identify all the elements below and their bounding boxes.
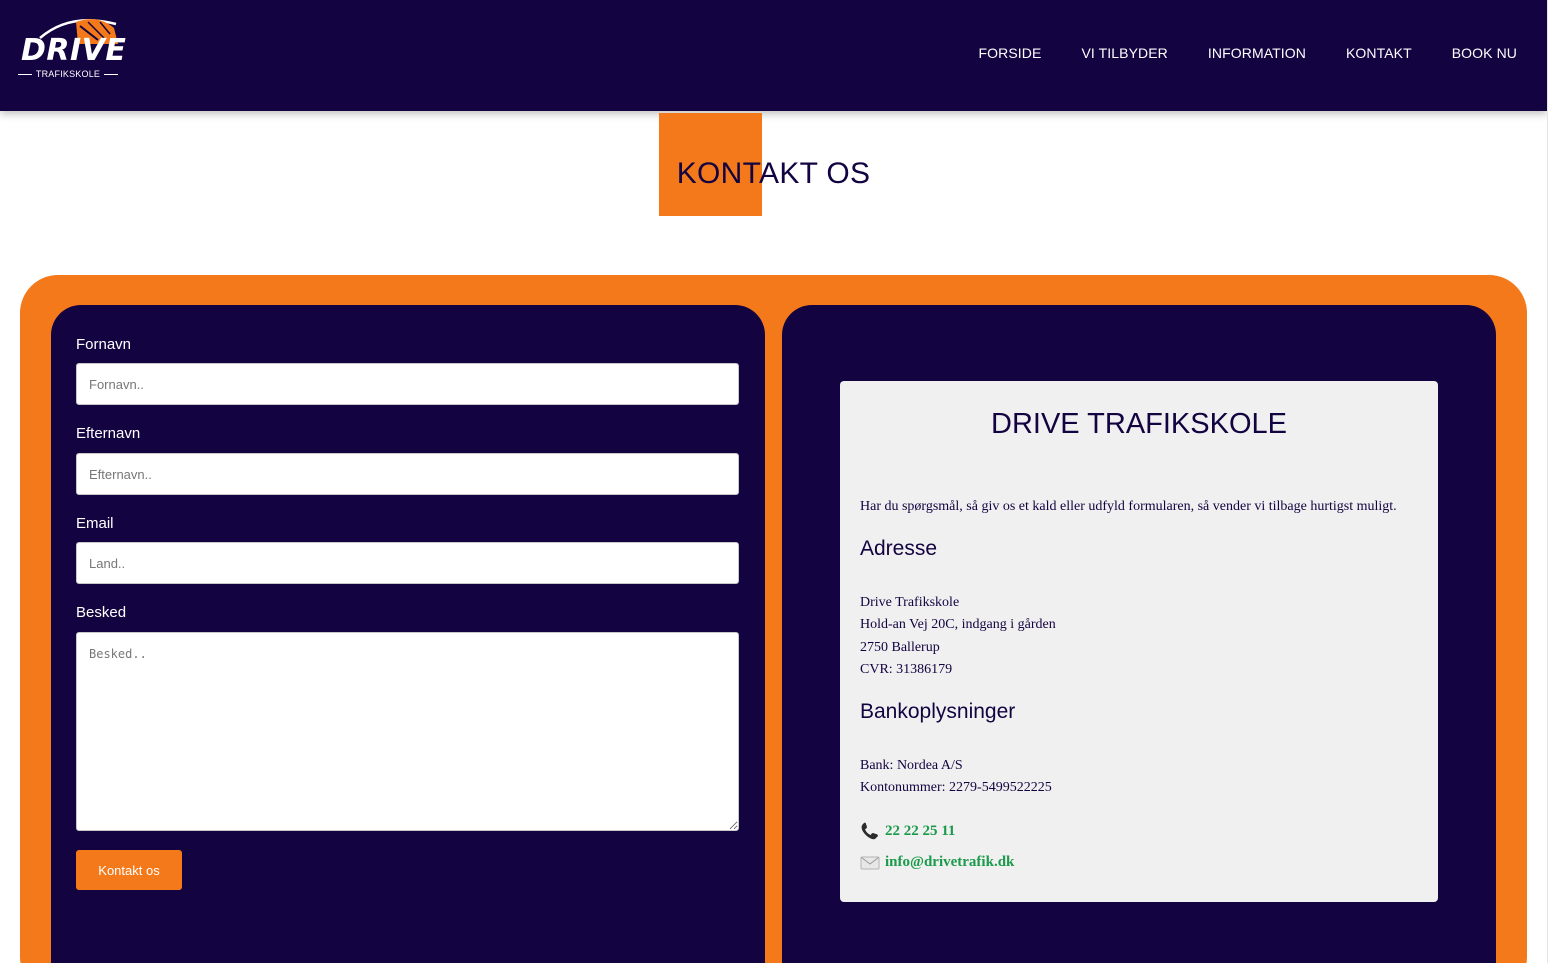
phone-row: 22 22 25 11 — [860, 822, 955, 841]
nav-item-information[interactable]: INFORMATION — [1208, 45, 1306, 61]
nav-item-kontakt[interactable]: KONTAKT — [1346, 45, 1412, 61]
logo-rule-left — [18, 73, 32, 75]
bank-line: Kontonummer: 2279-5499522225 — [860, 780, 1052, 795]
company-name-heading: DRIVE TRAFIKSKOLE — [991, 408, 1287, 440]
logo-subtitle-text: TRAFIKSKOLE — [35, 69, 101, 79]
email-input[interactable] — [76, 542, 739, 584]
address-line: Drive Trafikskole — [860, 595, 960, 610]
nav-item-forside[interactable]: FORSIDE — [979, 45, 1042, 61]
message-label: Besked — [76, 604, 127, 621]
email-link[interactable]: info@drivetrafik.dk — [885, 854, 1014, 871]
nav-item-book-nu[interactable]: BOOK NU — [1452, 45, 1517, 61]
email-label: Email — [76, 515, 114, 532]
page-title: KONTAKT OS — [676, 157, 871, 190]
intro-text: Har du spørgsmål, så giv os et kald elle… — [860, 499, 1397, 514]
contact-submit-button[interactable]: Kontakt os — [76, 850, 182, 890]
envelope-icon — [860, 856, 880, 870]
main-nav: FORSIDE VI TILBYDER INFORMATION KONTAKT … — [939, 45, 1517, 61]
bank-line: Bank: Nordea A/S — [860, 758, 963, 773]
phone-icon — [861, 822, 878, 840]
logo-rule-right — [104, 73, 118, 75]
scrollbar[interactable] — [1547, 0, 1553, 963]
first-name-input[interactable] — [76, 363, 739, 405]
address-line: 2750 Ballerup — [860, 640, 940, 655]
address-line: CVR: 31386179 — [860, 662, 953, 677]
logo-wordmark: DRIVE — [21, 33, 127, 68]
last-name-input[interactable] — [76, 453, 739, 495]
address-heading: Adresse — [860, 537, 938, 560]
site-header: DRIVE TRAFIKSKOLE FORSIDE VI TILBYDER IN… — [0, 0, 1547, 111]
email-row: info@drivetrafik.dk — [860, 854, 1014, 871]
logo-subtitle: TRAFIKSKOLE — [18, 69, 118, 79]
address-line: Hold-an Vej 20C, indgang i gården — [860, 617, 1056, 632]
logo[interactable]: DRIVE TRAFIKSKOLE — [18, 14, 126, 84]
nav-item-vi-tilbyder[interactable]: VI TILBYDER — [1081, 45, 1167, 61]
phone-link[interactable]: 22 22 25 11 — [885, 823, 955, 840]
last-name-label: Efternavn — [76, 425, 141, 442]
company-info-box: DRIVE TRAFIKSKOLE Har du spørgsmål, så g… — [840, 381, 1438, 902]
message-textarea[interactable] — [76, 632, 739, 831]
first-name-label: Fornavn — [76, 336, 132, 353]
bank-heading: Bankoplysninger — [860, 700, 1016, 723]
